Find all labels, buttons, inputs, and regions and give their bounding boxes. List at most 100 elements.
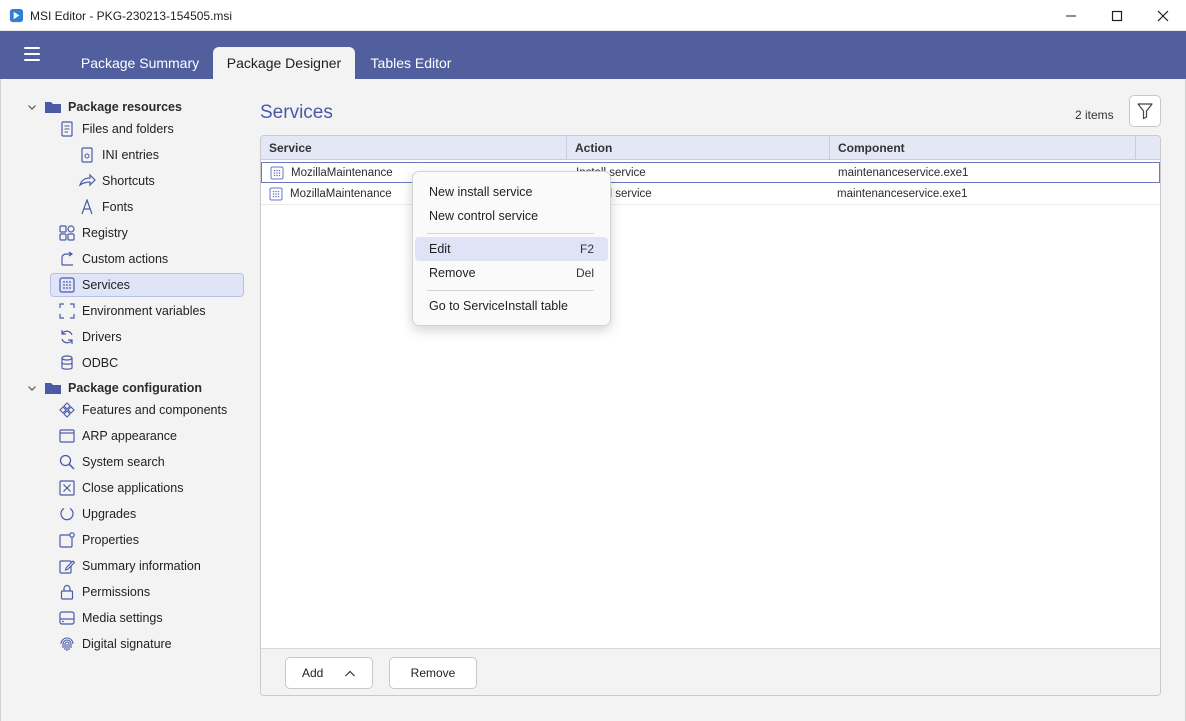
tab-package-summary[interactable]: Package Summary — [70, 47, 210, 79]
upgrade-cycle-icon — [58, 505, 76, 523]
sidebar-item-label: Registry — [82, 226, 128, 240]
menu-item-label: New control service — [429, 209, 539, 223]
remove-button[interactable]: Remove — [389, 657, 477, 689]
sidebar-item-files-and-folders[interactable]: Files and folders — [58, 117, 174, 141]
sidebar-item-label: Custom actions — [82, 252, 169, 266]
filter-funnel-icon — [1137, 103, 1153, 120]
sidebar-group-package-configuration[interactable]: Package configuration — [44, 376, 202, 400]
title-bar: MSI Editor - PKG-230213-154505.msi — [0, 0, 1186, 31]
sidebar-item-system-search[interactable]: System search — [58, 450, 165, 474]
context-menu: New install service New control service … — [412, 171, 611, 326]
minimize-button[interactable] — [1048, 0, 1094, 31]
tab-package-designer[interactable]: Package Designer — [213, 47, 355, 79]
chevron-down-icon[interactable] — [26, 101, 38, 113]
fingerprint-icon — [58, 635, 76, 653]
sidebar-item-label: Properties — [82, 533, 139, 547]
page-title: Services — [260, 102, 333, 123]
edit-document-icon — [58, 557, 76, 575]
sidebar-item-odbc[interactable]: ODBC — [58, 351, 118, 375]
sidebar-item-fonts[interactable]: Fonts — [78, 195, 133, 219]
sidebar-item-label: INI entries — [102, 148, 159, 162]
sidebar-group-package-resources[interactable]: Package resources — [44, 95, 182, 119]
sidebar-item-label: Media settings — [82, 611, 163, 625]
sidebar-item-digital-signature[interactable]: Digital signature — [58, 632, 172, 656]
lock-icon — [58, 583, 76, 601]
table-footer: Add Remove — [261, 648, 1160, 695]
column-header-service[interactable]: Service — [261, 136, 567, 160]
table-header: Service Action Component — [261, 136, 1160, 160]
maximize-icon — [1111, 10, 1123, 21]
msi-editor-app-icon — [9, 8, 24, 23]
sidebar-item-registry[interactable]: Registry — [58, 221, 128, 245]
sidebar-item-arp-appearance[interactable]: ARP appearance — [58, 424, 177, 448]
registry-icon — [58, 224, 76, 242]
hamburger-menu-icon[interactable] — [24, 47, 42, 61]
sidebar-group-label: Package configuration — [68, 381, 203, 395]
chevron-down-icon[interactable] — [26, 382, 38, 394]
component-cell: maintenanceservice.exe1 — [838, 167, 969, 179]
sidebar-item-label: Environment variables — [82, 304, 206, 318]
menu-shortcut: F2 — [579, 242, 594, 256]
items-count: 2 items — [1075, 108, 1114, 122]
sidebar-item-shortcuts[interactable]: Shortcuts — [78, 169, 155, 193]
menu-separator — [427, 233, 594, 234]
menu-item-go-to-serviceinstall-table[interactable]: Go to ServiceInstall table — [413, 294, 610, 318]
sidebar-item-permissions[interactable]: Permissions — [58, 580, 150, 604]
menu-item-remove[interactable]: Remove Del — [413, 261, 610, 285]
sidebar-item-label: Fonts — [102, 200, 134, 214]
sidebar-item-summary-information[interactable]: Summary information — [58, 554, 201, 578]
column-header-action[interactable]: Action — [567, 136, 830, 160]
component-cell: maintenanceservice.exe1 — [837, 188, 968, 200]
sidebar-item-label: Digital signature — [82, 637, 172, 651]
window-title: MSI Editor - PKG-230213-154505.msi — [30, 9, 233, 23]
ini-file-icon — [78, 146, 96, 164]
sidebar-item-label: System search — [82, 455, 165, 469]
menu-item-edit[interactable]: Edit F2 — [415, 237, 608, 261]
tab-header: Package Summary Package Designer Tables … — [0, 31, 1186, 79]
sidebar-item-features-and-components[interactable]: Features and components — [58, 398, 227, 422]
chevron-up-icon — [345, 670, 355, 677]
service-row-icon — [269, 184, 283, 204]
features-icon — [58, 401, 76, 419]
services-grid-icon — [58, 276, 76, 294]
database-icon — [58, 354, 76, 372]
font-icon — [78, 198, 96, 216]
file-icon — [58, 120, 76, 138]
filter-button[interactable] — [1129, 95, 1161, 127]
table-row[interactable]: MozillaMaintenance Install service maint… — [261, 162, 1160, 183]
services-table: Service Action Component MozillaMaintena… — [260, 135, 1161, 696]
sidebar-item-close-applications[interactable]: Close applications — [58, 476, 183, 500]
add-button-label: Add — [302, 666, 324, 680]
sidebar-item-upgrades[interactable]: Upgrades — [58, 502, 136, 526]
menu-item-new-control-service[interactable]: New control service — [413, 204, 610, 228]
sidebar-item-drivers[interactable]: Drivers — [58, 325, 122, 349]
service-row-icon — [270, 163, 284, 183]
sidebar-item-properties[interactable]: Properties — [58, 528, 139, 552]
service-name-cell: MozillaMaintenance — [290, 188, 392, 200]
sidebar-item-custom-actions[interactable]: Custom actions — [58, 247, 168, 271]
sidebar-item-label: ARP appearance — [82, 429, 177, 443]
minimize-icon — [1066, 15, 1076, 16]
maximize-button[interactable] — [1094, 0, 1140, 31]
sidebar-item-label: Summary information — [82, 559, 201, 573]
sidebar-item-label: Upgrades — [82, 507, 137, 521]
sidebar-item-media-settings[interactable]: Media settings — [58, 606, 163, 630]
window-icon — [58, 427, 76, 445]
menu-item-label: New install service — [429, 185, 533, 199]
sidebar-item-ini-entries[interactable]: INI entries — [78, 143, 159, 167]
close-button[interactable] — [1140, 0, 1186, 31]
sidebar-item-services[interactable]: Services — [58, 273, 130, 297]
add-button[interactable]: Add — [285, 657, 373, 689]
menu-item-label: Edit — [429, 242, 451, 256]
sidebar-item-environment-variables[interactable]: Environment variables — [58, 299, 206, 323]
sidebar-item-label: Shortcuts — [102, 174, 155, 188]
sidebar-item-label: ODBC — [82, 356, 119, 370]
tab-tables-editor[interactable]: Tables Editor — [358, 47, 464, 79]
shortcut-arrow-icon — [78, 172, 96, 190]
column-header-component[interactable]: Component — [830, 136, 1136, 160]
sidebar-item-label: Services — [82, 278, 130, 292]
service-name-cell: MozillaMaintenance — [291, 167, 393, 179]
close-box-icon — [58, 479, 76, 497]
menu-item-new-install-service[interactable]: New install service — [413, 180, 610, 204]
table-row[interactable]: MozillaMaintenance Control service maint… — [261, 184, 1160, 205]
